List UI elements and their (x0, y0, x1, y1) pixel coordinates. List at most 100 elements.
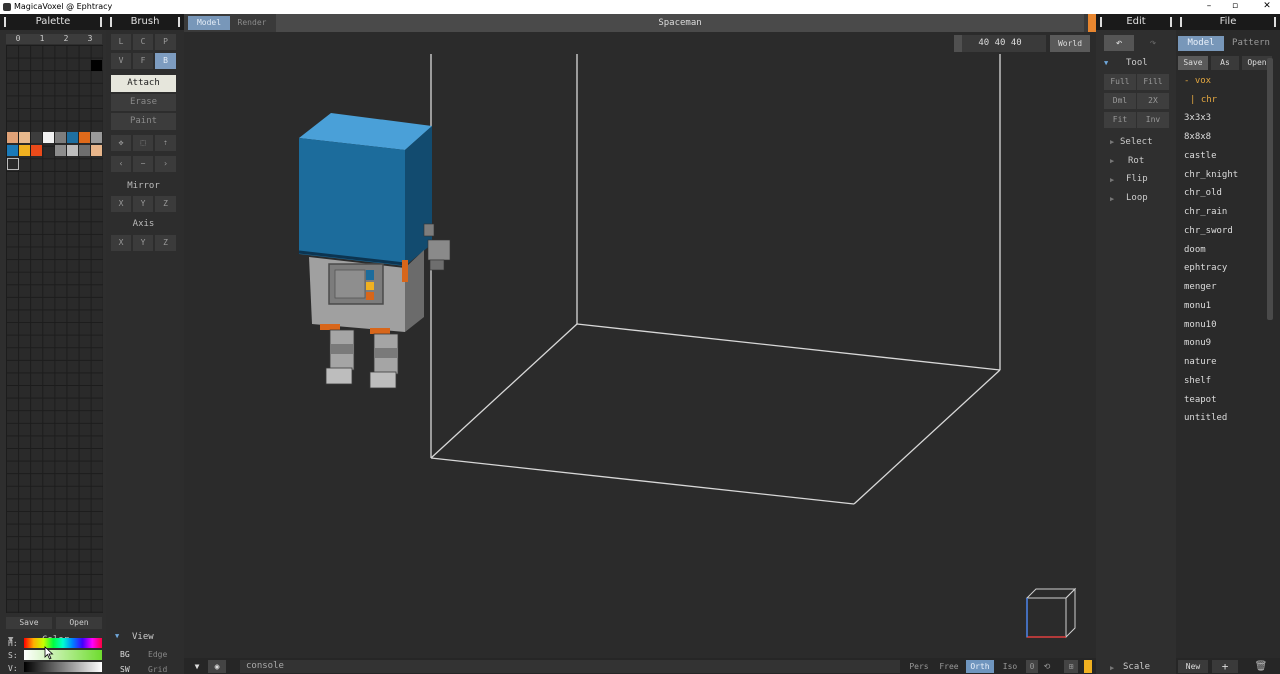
view-isometric[interactable]: Iso (998, 660, 1022, 673)
palette-swatch[interactable] (79, 145, 90, 156)
folder-chr[interactable]: | chr (1190, 95, 1217, 105)
flip-expand-icon[interactable]: ▶ (1110, 176, 1114, 184)
value-slider[interactable] (24, 662, 102, 672)
brush-type-voxel[interactable]: V (111, 53, 131, 69)
minimize-icon[interactable]: – (1196, 0, 1222, 14)
camera-icon[interactable]: ◉ (208, 660, 226, 673)
palette-swatch[interactable] (31, 132, 42, 143)
file-item[interactable]: monu9 (1184, 338, 1211, 348)
tool-2x-button[interactable]: 2X (1137, 93, 1169, 109)
viewport-handle[interactable] (1088, 14, 1096, 32)
palette-tab-2[interactable]: 2 (54, 34, 78, 44)
file-item[interactable]: nature (1184, 357, 1217, 367)
extrude-up-icon[interactable]: ⇡ (155, 135, 176, 151)
tool-fill-button[interactable]: Fill (1137, 74, 1169, 90)
minus-icon[interactable]: − (133, 156, 153, 172)
palette-save-button[interactable]: Save (6, 617, 52, 629)
tool-dml-button[interactable]: Dml (1104, 93, 1136, 109)
view-expand-icon[interactable]: ▼ (115, 632, 119, 640)
palette-tab-0[interactable]: 0 (6, 34, 30, 44)
file-item[interactable]: 8x8x8 (1184, 132, 1211, 142)
file-item[interactable]: shelf (1184, 376, 1211, 386)
file-item[interactable]: doom (1184, 245, 1206, 255)
select-box-icon[interactable]: ⬚ (133, 135, 153, 151)
view-free[interactable]: Free (936, 660, 962, 673)
file-item[interactable]: chr_rain (1184, 207, 1227, 217)
file-tab-model[interactable]: Model (1178, 36, 1224, 51)
add-file-button[interactable]: + (1212, 660, 1238, 673)
brush-type-line[interactable]: L (111, 34, 131, 50)
bg-toggle[interactable]: BG (120, 650, 130, 659)
reset-camera-icon[interactable]: ⟲ (1040, 660, 1054, 673)
console-input[interactable]: console (240, 660, 900, 673)
palette-swatch[interactable] (91, 145, 102, 156)
arrow-right-icon[interactable]: › (155, 156, 176, 172)
erase-mode-button[interactable]: Erase (111, 94, 176, 111)
redo-icon[interactable]: ↷ (1138, 35, 1168, 51)
tool-full-button[interactable]: Full (1104, 74, 1136, 90)
trash-icon[interactable]: 🗑 (1252, 660, 1270, 673)
saturation-slider[interactable] (24, 650, 102, 660)
file-item[interactable]: monu10 (1184, 320, 1217, 330)
loop-section[interactable]: Loop (1126, 193, 1148, 203)
grid-view-icon[interactable]: ⊞ (1064, 660, 1078, 673)
undo-icon[interactable]: ↶ (1104, 35, 1134, 51)
palette-selected-swatch[interactable] (7, 158, 19, 170)
palette-swatch[interactable] (55, 132, 66, 143)
orientation-cube-icon[interactable] (1025, 587, 1077, 639)
loop-expand-icon[interactable]: ▶ (1110, 195, 1114, 203)
file-tab-pattern[interactable]: Pattern (1226, 36, 1276, 51)
file-item[interactable]: untitled (1184, 413, 1227, 423)
palette-swatch[interactable] (67, 132, 78, 143)
rot-expand-icon[interactable]: ▶ (1110, 157, 1114, 165)
tool-inv-button[interactable]: Inv (1137, 112, 1169, 128)
tool-expand-icon[interactable]: ▼ (1104, 59, 1108, 67)
file-item[interactable]: monu1 (1184, 301, 1211, 311)
palette-swatch[interactable] (7, 132, 18, 143)
move-icon[interactable]: ✥ (111, 135, 131, 151)
edge-toggle[interactable]: Edge (148, 650, 167, 659)
attach-mode-button[interactable]: Attach (111, 75, 176, 92)
brush-type-box[interactable]: B (155, 53, 176, 69)
select-section[interactable]: Select (1120, 137, 1153, 147)
palette-grid[interactable] (6, 45, 103, 613)
file-item[interactable]: teapot (1184, 395, 1217, 405)
palette-swatch[interactable] (91, 60, 102, 71)
grid-toggle[interactable]: Grid (148, 665, 167, 674)
mirror-z-button[interactable]: Z (155, 196, 176, 212)
file-item[interactable]: chr_old (1184, 188, 1222, 198)
file-item[interactable]: castle (1184, 151, 1217, 161)
palette-swatch[interactable] (19, 132, 30, 143)
file-item[interactable]: menger (1184, 282, 1217, 292)
axis-y-button[interactable]: Y (133, 235, 153, 251)
sw-toggle[interactable]: SW (120, 665, 130, 674)
brush-type-center[interactable]: C (133, 34, 153, 50)
file-save-as-button[interactable]: As (1211, 56, 1239, 70)
palette-swatch[interactable] (7, 145, 18, 156)
menu-dropdown-icon[interactable]: ▼ (190, 660, 204, 673)
tab-model[interactable]: Model (188, 16, 230, 30)
palette-swatch[interactable] (67, 145, 78, 156)
palette-swatch[interactable] (19, 145, 30, 156)
palette-swatch[interactable] (43, 132, 54, 143)
file-item[interactable]: ephtracy (1184, 263, 1227, 273)
brush-type-pattern[interactable]: P (155, 34, 176, 50)
close-icon[interactable]: ✕ (1254, 0, 1280, 14)
scale-section[interactable]: Scale (1123, 662, 1150, 672)
palette-tab-3[interactable]: 3 (78, 34, 102, 44)
hue-slider[interactable] (24, 638, 102, 648)
flip-section[interactable]: Flip (1126, 174, 1148, 184)
mirror-y-button[interactable]: Y (133, 196, 153, 212)
palette-swatch[interactable] (79, 132, 90, 143)
file-item[interactable]: chr_sword (1184, 226, 1233, 236)
scale-expand-icon[interactable]: ▶ (1110, 664, 1114, 672)
file-save-button[interactable]: Save (1178, 56, 1208, 70)
brush-type-face[interactable]: F (133, 53, 153, 69)
file-item[interactable]: 3x3x3 (1184, 113, 1211, 123)
maximize-icon[interactable]: ▫ (1222, 0, 1248, 14)
palette-swatch[interactable] (91, 132, 102, 143)
folder-vox[interactable]: - vox (1184, 76, 1211, 86)
palette-open-button[interactable]: Open (56, 617, 102, 629)
paint-mode-button[interactable]: Paint (111, 113, 176, 130)
file-list-scrollbar[interactable] (1267, 58, 1273, 320)
